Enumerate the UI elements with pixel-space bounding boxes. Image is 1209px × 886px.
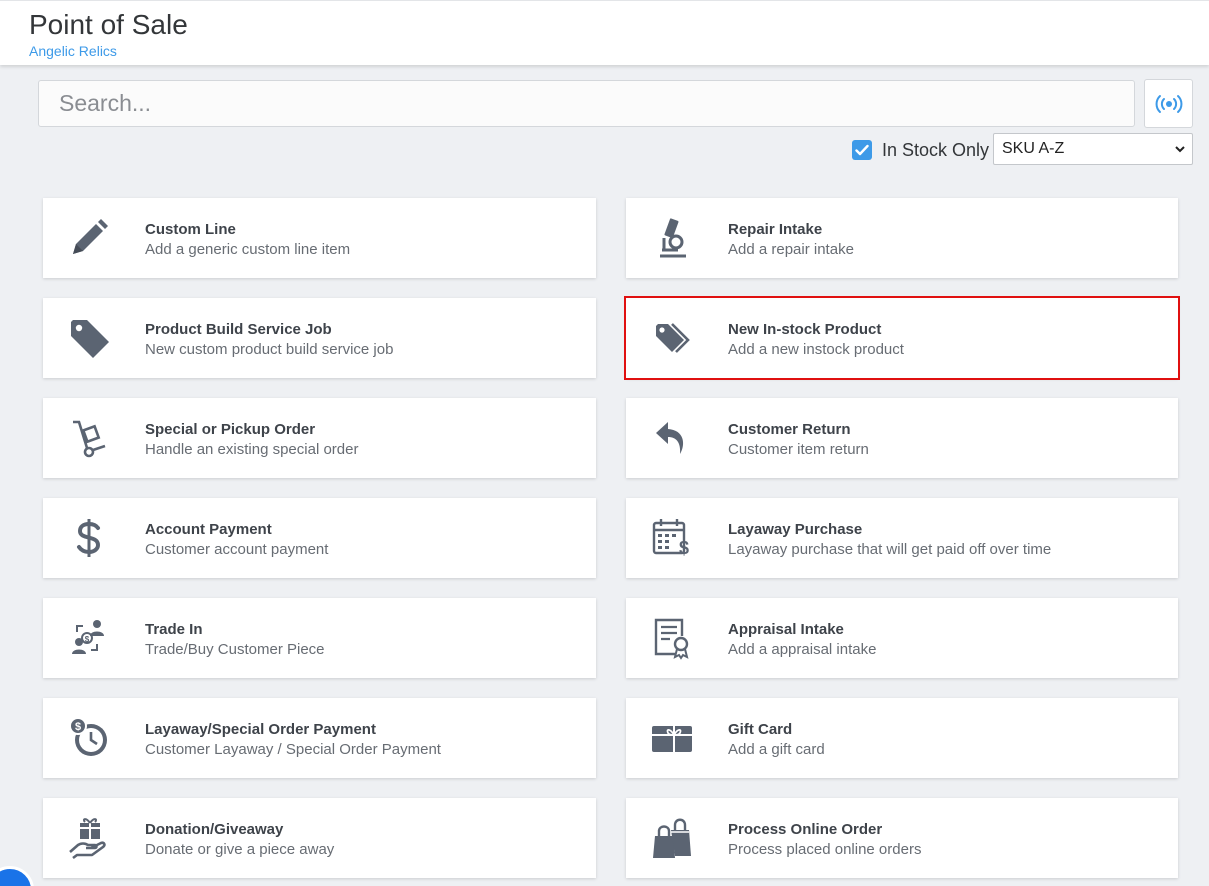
rfid-scan-button[interactable] <box>1144 79 1193 128</box>
help-chat-button[interactable] <box>0 866 34 886</box>
card-custom-line[interactable]: Custom Line Add a generic custom line it… <box>43 198 596 278</box>
card-description: Add a generic custom line item <box>145 241 351 258</box>
card-customer-return[interactable]: Customer Return Customer item return <box>626 398 1178 478</box>
card-donation-giveaway[interactable]: Donation/Giveaway Donate or give a piece… <box>43 798 596 878</box>
card-title: Donation/Giveaway <box>145 821 284 838</box>
card-title: Appraisal Intake <box>728 621 844 638</box>
card-description: Handle an existing special order <box>145 441 359 458</box>
card-appraisal-intake[interactable]: Appraisal Intake Add a appraisal intake <box>626 598 1178 678</box>
trade-exchange-icon: $ <box>67 616 111 660</box>
store-name-link[interactable]: Angelic Relics <box>29 43 117 59</box>
card-title: Process Online Order <box>728 821 883 838</box>
svg-text:$: $ <box>85 635 90 644</box>
card-title: Customer Return <box>728 421 851 438</box>
svg-text:$: $ <box>679 538 689 558</box>
card-title: Layaway/Special Order Payment <box>145 721 376 738</box>
in-stock-label: In Stock Only <box>882 139 990 160</box>
card-description: Donate or give a piece away <box>145 841 335 858</box>
app-header: Point of Sale Angelic Relics <box>0 0 1209 65</box>
card-title: Custom Line <box>145 221 236 238</box>
card-repair-intake[interactable]: Repair Intake Add a repair intake <box>626 198 1178 278</box>
card-description: Add a repair intake <box>728 241 854 258</box>
search-input[interactable] <box>38 80 1135 127</box>
card-title: Layaway Purchase <box>728 521 863 538</box>
card-description: Customer item return <box>728 441 869 458</box>
checkmark-icon <box>855 144 869 156</box>
broadcast-icon <box>1155 94 1182 113</box>
card-new-in-stock-product[interactable]: New In-stock Product Add a new instock p… <box>624 296 1180 380</box>
gift-card-icon <box>650 716 694 760</box>
action-grid: Custom Line Add a generic custom line it… <box>43 198 1180 878</box>
card-account-payment[interactable]: Account Payment Customer account payment <box>43 498 596 578</box>
shopping-bag-icon <box>650 816 694 860</box>
in-stock-filter: In Stock Only <box>852 139 989 161</box>
page-title: Point of Sale <box>29 9 188 40</box>
tag-icon <box>67 316 111 360</box>
certificate-icon <box>650 616 694 660</box>
card-description: Add a gift card <box>728 741 825 758</box>
microscope-icon <box>650 216 694 260</box>
card-trade-in[interactable]: $ Trade In Trade/Buy Customer Piece <box>43 598 596 678</box>
sort-selected-value: SKU A-Z <box>1002 140 1065 157</box>
card-title: Special or Pickup Order <box>145 421 316 438</box>
chevron-down-icon <box>1175 146 1185 153</box>
card-title: New In-stock Product <box>728 321 882 338</box>
sort-select[interactable]: SKU A-Z <box>993 133 1193 165</box>
card-description: Process placed online orders <box>728 841 922 858</box>
dollar-icon <box>67 516 111 560</box>
card-title: Product Build Service Job <box>145 321 332 338</box>
card-gift-card[interactable]: Gift Card Add a gift card <box>626 698 1178 778</box>
card-title: Trade In <box>145 621 203 638</box>
card-title: Repair Intake <box>728 221 823 238</box>
card-title: Account Payment <box>145 521 272 538</box>
clock-dollar-icon: $ <box>67 716 111 760</box>
card-layaway-special-order-payment[interactable]: $ Layaway/Special Order Payment Customer… <box>43 698 596 778</box>
card-description: Customer account payment <box>145 541 329 558</box>
card-description: Add a appraisal intake <box>728 641 877 658</box>
card-special-or-pickup-order[interactable]: Special or Pickup Order Handle an existi… <box>43 398 596 478</box>
svg-text:$: $ <box>75 721 81 733</box>
hand-gift-icon <box>67 816 111 860</box>
pencil-icon <box>67 216 111 260</box>
card-process-online-order[interactable]: Process Online Order Process placed onli… <box>626 798 1178 878</box>
card-description: New custom product build service job <box>145 341 394 358</box>
card-product-build-service-job[interactable]: Product Build Service Job New custom pro… <box>43 298 596 378</box>
card-title: Gift Card <box>728 721 793 738</box>
in-stock-checkbox[interactable] <box>852 140 872 160</box>
calendar-dollar-icon: $ <box>650 516 694 560</box>
card-description: Trade/Buy Customer Piece <box>145 641 325 658</box>
return-arrow-icon <box>650 416 694 460</box>
card-description: Layaway purchase that will get paid off … <box>728 541 1052 558</box>
card-layaway-purchase[interactable]: $ Layaway Purchase Layaway purchase that… <box>626 498 1178 578</box>
card-description: Customer Layaway / Special Order Payment <box>145 741 441 758</box>
hand-truck-icon <box>67 416 111 460</box>
card-description: Add a new instock product <box>728 341 904 358</box>
tags-icon <box>650 316 694 360</box>
